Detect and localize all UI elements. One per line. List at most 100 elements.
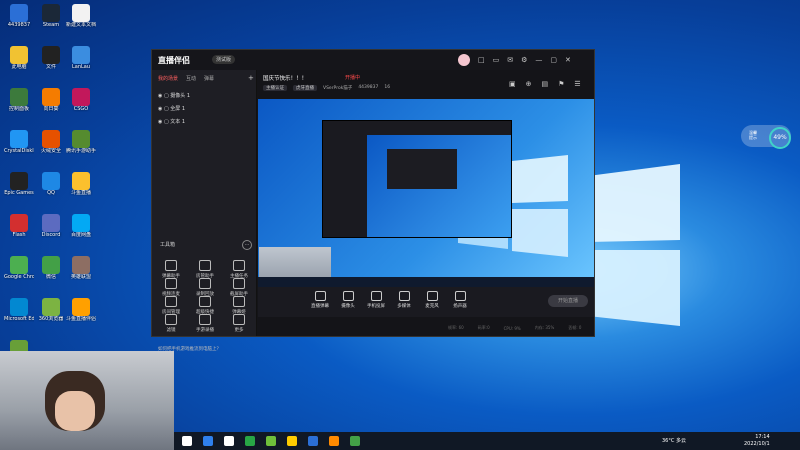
center-tool-icon[interactable]: ▣ (509, 80, 516, 88)
start-live-button[interactable]: 开始直播 (548, 295, 588, 307)
desktop-icon[interactable]: Flash (4, 214, 34, 238)
bottom-button[interactable]: 麦克风 (418, 291, 446, 309)
left-tab[interactable]: 弹幕 (204, 75, 214, 82)
add-scene-icon[interactable]: + (248, 74, 254, 82)
desktop-icon[interactable]: 向日葵 (36, 88, 66, 112)
desktop-icon-label: 百度网盘 (70, 232, 91, 238)
bottom-button[interactable]: 手机投屏 (362, 291, 390, 309)
status-item: CPU: 9% (503, 325, 521, 331)
desktop-icon[interactable]: 腾讯手游助手 (66, 130, 96, 154)
toolbox-item[interactable]: 视频连麦 (156, 278, 186, 297)
toolbox-item[interactable]: 弹幕姬 (224, 296, 254, 315)
titlebar-control-icon[interactable]: ✕ (565, 56, 571, 64)
bottom-button[interactable]: 扬声器 (446, 291, 474, 309)
taskbar-app-icon[interactable] (224, 436, 234, 446)
desktop-icon-label: CSGO (73, 106, 89, 112)
desktop-icon[interactable]: 百度网盘 (66, 214, 96, 238)
toolbox-item[interactable]: 超级快捷 (190, 296, 220, 315)
taskbar-app-icon[interactable] (287, 436, 297, 446)
titlebar-control-icon[interactable]: ✉ (507, 56, 513, 64)
nested-desktop (367, 135, 511, 237)
toolbox-more-icon[interactable]: … (242, 240, 252, 250)
weather-tray[interactable]: 36°C 多云 (662, 437, 686, 444)
toolbox-item[interactable]: 录制回放 (190, 278, 220, 297)
toolbox-item[interactable]: 手游录播 (190, 314, 220, 333)
left-panel: 我的场景 互动 弹幕 + ◉ ▢ 摄像头 1 ◉ ▢ 全屏 1 ◉ ▢ 文本 1 工具箱… (152, 70, 257, 352)
toolbox-item[interactable]: 滤镜 (156, 314, 186, 333)
bottom-button-label: 麦克风 (425, 304, 439, 309)
desktop-icon-image (42, 88, 60, 106)
desktop-icon[interactable]: 控制面板 (4, 88, 34, 112)
desktop-icon[interactable]: Epic Games (4, 172, 34, 196)
bottom-button[interactable]: 直播弹幕 (306, 291, 334, 309)
stream-preview[interactable] (258, 99, 594, 287)
desktop-icon[interactable]: 火绒安全 (36, 130, 66, 154)
desktop-icon-label: 此电脑 (11, 64, 27, 70)
left-tab[interactable]: 互动 (186, 75, 196, 82)
taskbar-app-icon[interactable] (266, 436, 276, 446)
bottom-button[interactable]: 摄像头 (334, 291, 362, 309)
desktop-icon-image (72, 256, 90, 274)
desktop-icon[interactable]: 360浏览器 (36, 298, 66, 322)
desktop-icon[interactable]: 4439837 (4, 4, 34, 28)
bottom-button[interactable]: 多媒体 (390, 291, 418, 309)
left-tab[interactable]: 我的场景 (158, 75, 178, 82)
titlebar-control-icon[interactable]: ▢ (550, 56, 557, 64)
desktop-icon[interactable]: Google Chrome (4, 256, 34, 280)
toolbox-item[interactable]: 房间管理 (156, 296, 186, 315)
desktop-icon[interactable]: 新建文本文档 (66, 4, 96, 28)
desktop-icon[interactable]: 英雄联盟 (66, 256, 96, 280)
taskbar-app-icon[interactable] (329, 436, 339, 446)
windows-taskbar: 36°C 多云 17:14 2022/10/1 (174, 432, 800, 450)
desktop-icon-image (42, 46, 60, 64)
desktop-icon[interactable]: 斗鱼直播伴侣 (66, 298, 96, 322)
taskbar-app-icon[interactable] (203, 436, 213, 446)
center-tool-icon[interactable]: ⊕ (526, 80, 532, 88)
toolbox-item[interactable]: 弹幕助手 (156, 260, 186, 279)
taskbar-clock[interactable]: 17:14 2022/10/1 (744, 434, 770, 448)
scene-item[interactable]: ◉ ▢ 摄像头 1 (158, 92, 190, 99)
live-status-badge: 开播中 (345, 75, 361, 81)
scene-item[interactable]: ◉ ▢ 全屏 1 (158, 105, 185, 112)
desktop-icon[interactable]: 文件 (36, 46, 66, 70)
desktop-icon[interactable]: 斗鱼直播 (66, 172, 96, 196)
toolbox-item[interactable]: 主播任务 (224, 260, 254, 279)
desktop-icon[interactable]: CrystalDiskInfo (4, 130, 34, 154)
toolbox-item[interactable]: 截屏助手 (224, 278, 254, 297)
desktop-icon[interactable]: Discord (36, 214, 66, 238)
desktop-icon[interactable]: CSGO (66, 88, 96, 112)
center-tool-icon[interactable]: ⚑ (558, 80, 564, 88)
center-toolbar-icons: ▣ ⊕ ▤ ⚑ ☰ (509, 80, 581, 88)
bottom-toolbar: 开始直播 直播弹幕 摄像头 手机投屏 多媒体 麦克风 扬声器 (258, 287, 594, 317)
taskbar-app-icon[interactable] (308, 436, 318, 446)
center-tool-icon[interactable]: ☰ (574, 80, 580, 88)
titlebar-control-icon[interactable]: ▭ (493, 56, 500, 64)
taskbar-app-icon[interactable] (182, 436, 192, 446)
desktop-icon[interactable]: Microsoft Edge (4, 298, 34, 322)
desktop-icon[interactable]: QQ (36, 172, 66, 196)
desktop-icon[interactable]: LanLau (66, 46, 96, 70)
user-avatar[interactable] (458, 54, 470, 66)
taskbar-app-icon[interactable] (350, 436, 360, 446)
scene-item[interactable]: ◉ ▢ 文本 1 (158, 118, 185, 125)
desktop-icon-image (10, 4, 28, 22)
desktop-icon[interactable]: Steam (36, 4, 66, 28)
toolbox-item[interactable]: 房管助手 (190, 260, 220, 279)
version-badge: 测试版 (212, 55, 236, 64)
performance-widget[interactable]: 温馨 提示 49% (741, 125, 791, 149)
center-tool-icon[interactable]: ▤ (542, 80, 549, 88)
titlebar-control-icon[interactable]: — (535, 56, 542, 64)
bottom-button-icon (342, 291, 354, 301)
tool-label: 更多 (234, 328, 244, 333)
desktop-icon-label: Epic Games (4, 190, 34, 196)
desktop-icon-image (10, 46, 28, 64)
taskbar-app-icon[interactable] (245, 436, 255, 446)
toolbox-item[interactable]: 更多 (224, 314, 254, 333)
desktop-icon-label: Microsoft Edge (4, 316, 34, 322)
tool-label: 滤镜 (166, 328, 176, 333)
titlebar-control-icon[interactable]: □ (478, 56, 485, 64)
desktop-icon[interactable]: 微信 (36, 256, 66, 280)
desktop-icon[interactable]: 此电脑 (4, 46, 34, 70)
tool-icon (165, 260, 177, 271)
titlebar-control-icon[interactable]: ⚙ (521, 56, 527, 64)
